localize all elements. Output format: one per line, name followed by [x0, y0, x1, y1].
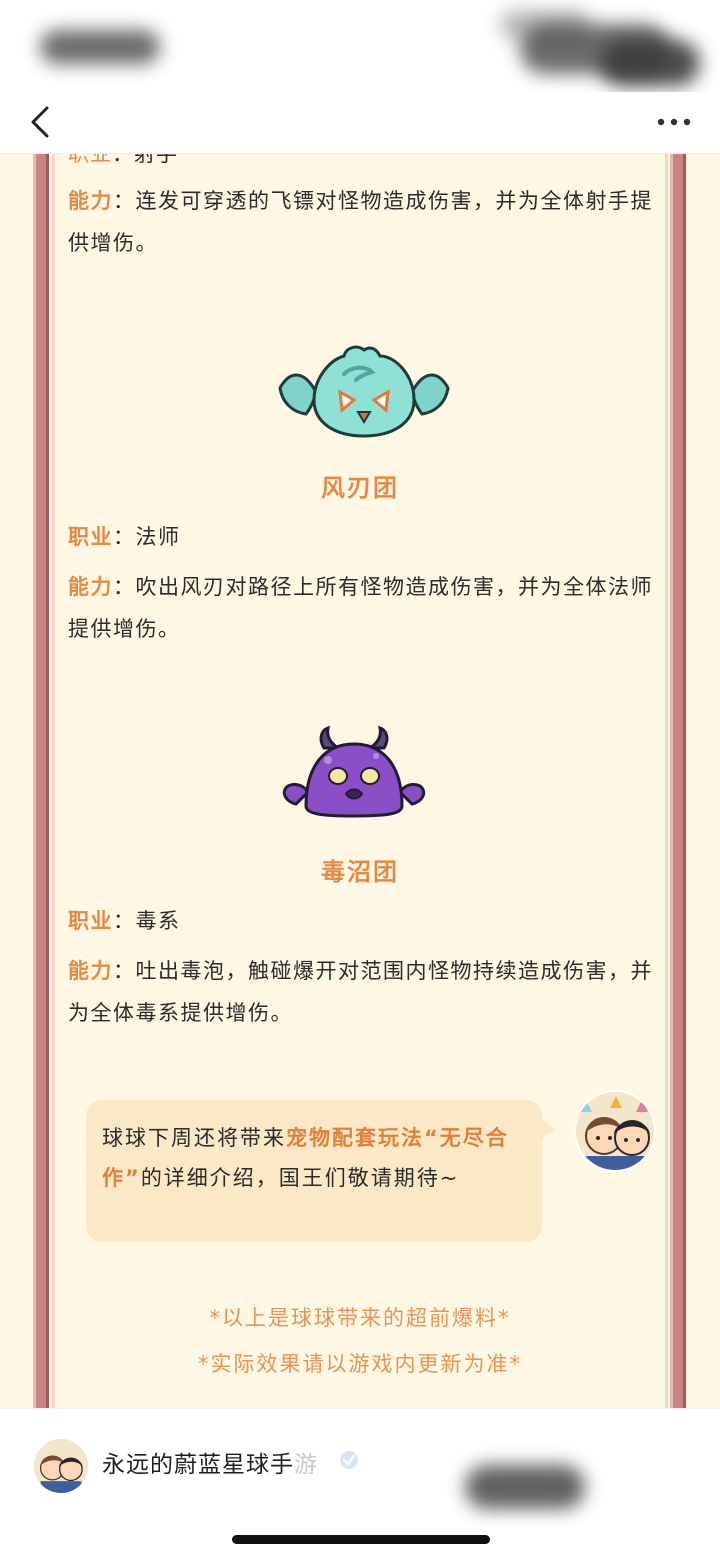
wind-blade-pet-image: [278, 345, 450, 438]
bubble-text-after: 的详细介绍，国王们敬请期待~: [140, 1166, 460, 1190]
redacted-area: [465, 1465, 585, 1509]
mascot-characters-icon: [576, 1092, 654, 1170]
pet2-ability-paragraph: 能力：吹出风刃对路径上所有怪物造成伤害，并为全体法师提供增伤。: [68, 566, 656, 650]
ability-text: 吹出风刃对路径上所有怪物造成伤害，并为全体法师提供增伤。: [68, 575, 653, 641]
article-content: 职业：射手 能力：连发可穿透的飞镖对怪物造成伤害，并为全体射手提供增伤。 风刃团…: [0, 154, 720, 1408]
cut-off-job-line: 职业：射手: [68, 154, 178, 168]
job-label: 职业: [68, 525, 113, 549]
pet3-ability-paragraph: 能力：吐出毒泡，触碰爆开对范围内怪物持续造成伤害，并为全体毒系提供增伤。: [68, 950, 656, 1034]
nav-bar: [0, 92, 720, 154]
frame-trim: [52, 154, 55, 1408]
redacted-area: [40, 30, 160, 64]
ability-label: 能力: [68, 189, 113, 213]
bubble-tail: [540, 1118, 556, 1140]
colon: ：: [113, 525, 136, 549]
pet1-ability-paragraph: 能力：连发可穿透的飞镖对怪物造成伤害，并为全体射手提供增伤。: [68, 180, 656, 264]
more-dots-icon: [657, 118, 691, 126]
redacted-area: [600, 40, 700, 86]
account-name-faded: 游: [294, 1452, 318, 1478]
speech-bubble: 球球下周还将带来宠物配套玩法“无尽合作”的详细介绍，国王们敬请期待~: [86, 1100, 542, 1242]
job-value: 射手: [134, 154, 178, 166]
frame-trim: [665, 154, 668, 1408]
colon: ：: [113, 189, 136, 213]
pet3-name: 毒沼团: [321, 858, 399, 886]
back-button[interactable]: [20, 98, 60, 146]
colon: ：: [113, 575, 136, 599]
account-avatar-icon: [34, 1439, 88, 1493]
job-label: 职业: [68, 154, 112, 166]
job-value: 法师: [135, 525, 181, 549]
colon: ：: [112, 154, 134, 166]
colon: ：: [113, 959, 136, 983]
decorative-frame-left: [33, 154, 49, 1408]
colon: ：: [113, 909, 136, 933]
pet2-job-line: 职业：法师: [68, 516, 656, 558]
poison-swamp-pet-image: [282, 725, 426, 818]
ability-label: 能力: [68, 959, 113, 983]
mascot-avatar: [574, 1090, 656, 1172]
more-button[interactable]: [652, 100, 696, 144]
ability-text: 连发可穿透的飞镖对怪物造成伤害，并为全体射手提供增伤。: [68, 189, 653, 255]
home-indicator[interactable]: [232, 1535, 490, 1544]
job-value: 毒系: [135, 909, 181, 933]
decorative-frame-right: [670, 154, 686, 1408]
pet3-job-line: 职业：毒系: [68, 900, 656, 942]
chevron-left-icon: [31, 106, 49, 138]
pet2-name: 风刃团: [321, 474, 399, 502]
account-avatar[interactable]: [34, 1439, 88, 1493]
account-name-main: 永远的蔚蓝星球手: [102, 1452, 294, 1478]
bubble-text-before: 球球下周还将带来: [102, 1126, 286, 1150]
job-label: 职业: [68, 909, 113, 933]
footnote-line-1: *以上是球球带来的超前爆料*: [209, 1306, 511, 1330]
verified-badge-icon: [340, 1451, 358, 1469]
ability-label: 能力: [68, 575, 113, 599]
account-name[interactable]: 永远的蔚蓝星球手游: [102, 1445, 318, 1479]
footnote-line-2: *实际效果请以游戏内更新为准*: [198, 1352, 522, 1376]
ability-text: 吐出毒泡，触碰爆开对范围内怪物持续造成伤害，并为全体毒系提供增伤。: [68, 959, 653, 1025]
status-bar: [0, 0, 720, 92]
